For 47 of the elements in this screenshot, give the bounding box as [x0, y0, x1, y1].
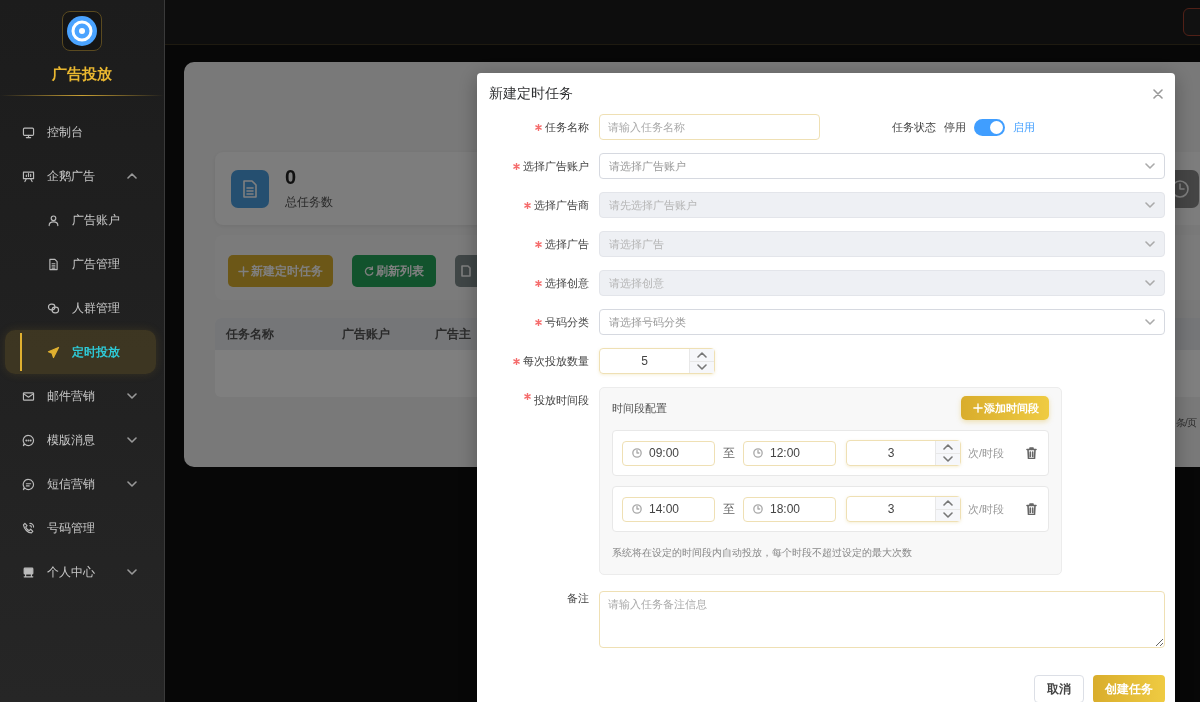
toggle-off-label: 停用	[944, 119, 966, 135]
field-label: 选择广告	[545, 236, 589, 252]
page-size-label: 条/页	[1176, 417, 1196, 428]
menu-item[interactable]: 号码管理	[0, 506, 164, 550]
cancel-button[interactable]: 取消	[1034, 675, 1084, 702]
dialog-title: 新建定时任务	[489, 85, 573, 103]
unit-label: 次/时段	[968, 445, 1005, 461]
number-field[interactable]: 5	[599, 348, 715, 374]
unit-label: 次/时段	[968, 501, 1005, 517]
toggle-on-label: 启用	[1013, 119, 1035, 135]
number-field[interactable]: 3	[846, 496, 961, 522]
field-label: 备注	[567, 591, 589, 606]
menu-item[interactable]: 广告管理	[0, 242, 164, 286]
column-header: 广告主	[435, 325, 472, 343]
app-title: 广告投放	[52, 65, 112, 84]
menu-item[interactable]: 定时投放	[5, 330, 156, 374]
time-field[interactable]: 12:00	[743, 440, 836, 466]
field-label: 选择创意	[545, 275, 589, 291]
menu-item[interactable]: 短信营销	[0, 462, 164, 506]
menu-item[interactable]: 人群管理	[0, 286, 164, 330]
hint-text: 系统将在设定的时间段内自动投放，每个时段不超过设定的最大次数	[612, 546, 913, 560]
menu-item[interactable]: 企鹅广告	[0, 154, 164, 198]
panel-title: 时间段配置	[612, 400, 667, 416]
field-label: 选择广告账户	[523, 158, 589, 174]
status-label: 任务状态	[892, 119, 936, 135]
menu-item[interactable]: 个人中心	[0, 550, 164, 594]
field-label: 每次投放数量	[523, 353, 589, 369]
menu-item[interactable]: 邮件营销	[0, 374, 164, 418]
range-separator: 至	[723, 444, 735, 462]
notes-field[interactable]: 请输入任务备注信息	[599, 591, 1165, 648]
column-header: 任务名称	[226, 325, 275, 343]
field-label: 号码分类	[545, 314, 589, 330]
range-separator: 至	[723, 500, 735, 518]
field-label: 选择广告商	[534, 197, 589, 213]
stat-value: 0	[285, 166, 298, 189]
stat-label: 总任务数	[285, 194, 333, 211]
menu-item[interactable]: 广告账户	[0, 198, 164, 242]
field-label: 任务名称	[545, 119, 589, 135]
number-field[interactable]: 3	[846, 440, 961, 466]
input-field[interactable]: 请输入任务名称	[599, 114, 820, 140]
time-field[interactable]: 18:00	[743, 496, 836, 522]
time-field[interactable]: 09:00	[622, 440, 715, 466]
time-field[interactable]: 14:00	[622, 496, 715, 522]
column-header: 广告账户	[342, 325, 391, 343]
field-label: 投放时间段	[534, 393, 589, 408]
menu-item[interactable]: 模版消息	[0, 418, 164, 462]
menu-item[interactable]: 控制台	[0, 110, 164, 154]
